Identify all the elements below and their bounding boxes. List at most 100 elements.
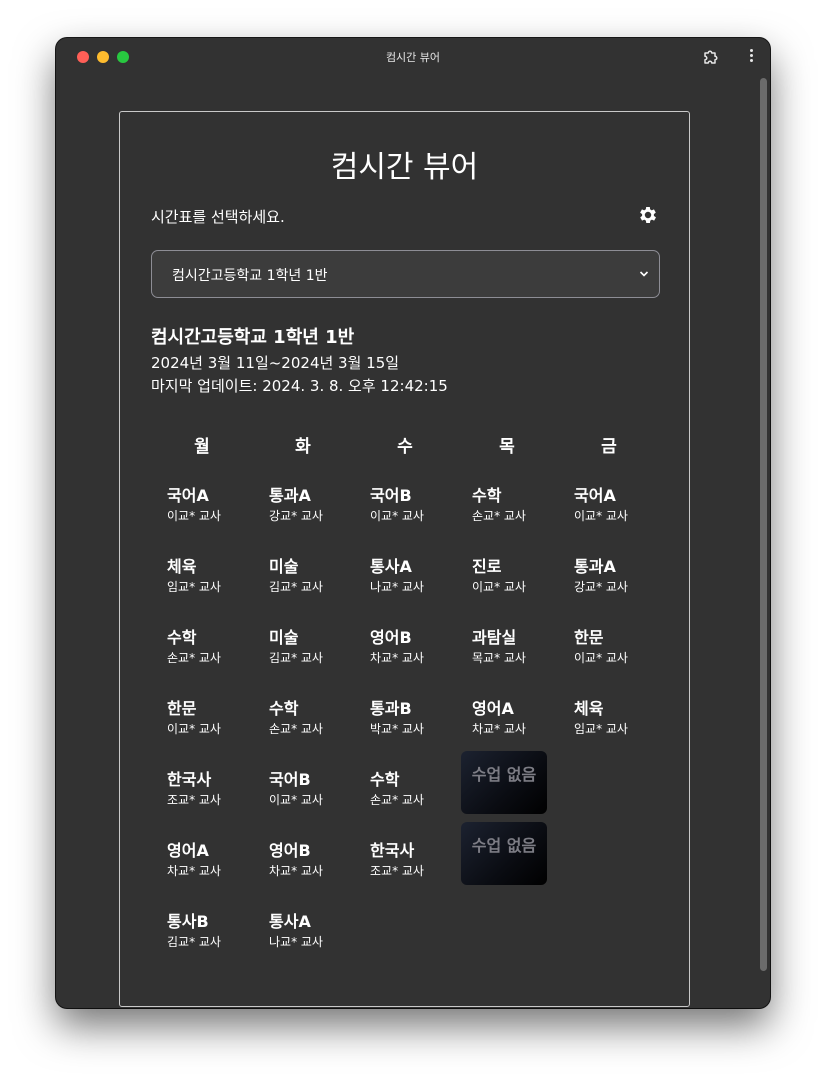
- subject-name: 국어A: [574, 486, 616, 505]
- puzzle-icon[interactable]: [702, 48, 720, 66]
- class-period-cell: 통과B 박교* 교사: [367, 695, 457, 757]
- no-class-label: 수업 없음: [471, 765, 537, 784]
- teacher-name: 강교* 교사: [269, 509, 323, 523]
- class-period-cell: 수학손교* 교사: [367, 766, 457, 828]
- class-period-cell: 수학손교* 교사: [164, 624, 254, 686]
- teacher-name: 조교* 교사: [167, 793, 221, 807]
- class-name: 컴시간고등학교 1학년 1반: [151, 327, 355, 348]
- subject-name: 수학: [167, 628, 197, 647]
- teacher-name: 차교* 교사: [269, 864, 323, 878]
- class-period-cell: 영어B 차교* 교사: [266, 837, 356, 899]
- kebab-icon[interactable]: [746, 49, 756, 65]
- subject-name: 과탐실: [472, 628, 517, 647]
- teacher-name: 임교* 교사: [574, 722, 628, 736]
- select-prompt: 시간표를 선택하세요.: [151, 208, 285, 226]
- subject-name: 진로: [472, 557, 502, 576]
- subject-name: 한문: [167, 699, 197, 718]
- class-period-cell: 한국사조교* 교사: [164, 766, 254, 828]
- browser-window: 컴시간 뷰어 컴시간 뷰어 시간표를 선택하세요. 컴시간고등학교 1학년 1반…: [56, 38, 770, 1008]
- gear-icon[interactable]: [637, 204, 659, 226]
- teacher-name: 손교* 교사: [370, 793, 424, 807]
- class-period-cell: 영어A 차교* 교사: [469, 695, 559, 757]
- subject-name: 미술: [269, 628, 299, 647]
- teacher-name: 손교* 교사: [472, 509, 526, 523]
- class-period-cell: 통과A 강교* 교사: [571, 553, 661, 615]
- class-period-cell: 체육임교* 교사: [164, 553, 254, 615]
- teacher-name: 차교* 교사: [167, 864, 221, 878]
- subject-name: 체육: [167, 557, 197, 576]
- day-header: 화: [295, 437, 311, 457]
- subject-name: 수학: [269, 699, 299, 718]
- teacher-name: 이교* 교사: [574, 509, 628, 523]
- teacher-name: 이교* 교사: [472, 580, 526, 594]
- day-header: 수: [397, 437, 413, 457]
- no-class-label: 수업 없음: [471, 836, 537, 855]
- class-period-cell: 한문이교* 교사: [571, 624, 661, 686]
- subject-name: 국어B: [370, 486, 412, 505]
- subject-name: 한문: [574, 628, 604, 647]
- teacher-name: 이교* 교사: [167, 509, 221, 523]
- teacher-name: 이교* 교사: [269, 793, 323, 807]
- teacher-name: 이교* 교사: [574, 651, 628, 665]
- class-period-cell: 진로이교* 교사: [469, 553, 559, 615]
- scrollbar[interactable]: [758, 78, 768, 1004]
- class-period-cell: 영어A 차교* 교사: [164, 837, 254, 899]
- subject-name: 영어A: [472, 699, 514, 718]
- teacher-name: 손교* 교사: [269, 722, 323, 736]
- chevron-down-icon: [639, 271, 649, 277]
- subject-name: 통사A: [370, 557, 412, 576]
- subject-name: 한국사: [167, 770, 212, 789]
- class-period-cell: 미술 김교* 교사: [266, 553, 356, 615]
- class-period-cell: 미술김교* 교사: [266, 624, 356, 686]
- subject-name: 영어A: [167, 841, 209, 860]
- class-period-cell: 국어A 이교* 교사: [164, 482, 254, 544]
- teacher-name: 김교* 교사: [269, 580, 323, 594]
- day-header: 금: [601, 437, 617, 457]
- class-period-cell: 수학손교* 교사: [469, 482, 559, 544]
- subject-name: 통과A: [269, 486, 311, 505]
- page-title: 컴시간 뷰어: [330, 150, 479, 185]
- subject-name: 한국사: [370, 841, 415, 860]
- class-select[interactable]: 컴시간고등학교 1학년 1반: [151, 250, 660, 298]
- teacher-name: 이교* 교사: [167, 722, 221, 736]
- subject-name: 통사B: [167, 912, 209, 931]
- class-period-cell: 국어B 이교* 교사: [266, 766, 356, 828]
- class-period-cell: 한국사조교* 교사: [367, 837, 457, 899]
- viewer-panel: 컴시간 뷰어 시간표를 선택하세요. 컴시간고등학교 1학년 1반 컴시간고등학…: [119, 111, 690, 1007]
- class-period-cell: 통과A 강교* 교사: [266, 482, 356, 544]
- teacher-name: 나교* 교사: [269, 935, 323, 949]
- teacher-name: 조교* 교사: [370, 864, 424, 878]
- window-title: 컴시간 뷰어: [385, 51, 441, 64]
- subject-name: 국어B: [269, 770, 311, 789]
- teacher-name: 김교* 교사: [167, 935, 221, 949]
- subject-name: 수학: [472, 486, 502, 505]
- teacher-name: 박교* 교사: [370, 722, 424, 736]
- no-class-cell: 수업 없음: [461, 822, 547, 885]
- teacher-name: 이교* 교사: [370, 509, 424, 523]
- class-period-cell: 통사B 김교* 교사: [164, 908, 254, 970]
- subject-name: 통과B: [370, 699, 412, 718]
- class-period-cell: 수학손교* 교사: [266, 695, 356, 757]
- teacher-name: 나교* 교사: [370, 580, 424, 594]
- subject-name: 체육: [574, 699, 604, 718]
- last-updated: 마지막 업데이트: 2024. 3. 8. 오후 12:42:15: [151, 377, 448, 395]
- teacher-name: 차교* 교사: [370, 651, 424, 665]
- class-period-cell: 한문이교* 교사: [164, 695, 254, 757]
- teacher-name: 손교* 교사: [167, 651, 221, 665]
- subject-name: 영어B: [370, 628, 412, 647]
- class-period-cell: 통사A 나교* 교사: [367, 553, 457, 615]
- subject-name: 국어A: [167, 486, 209, 505]
- teacher-name: 차교* 교사: [472, 722, 526, 736]
- subject-name: 수학: [370, 770, 400, 789]
- scrollbar-thumb[interactable]: [760, 78, 767, 971]
- title-bar: 컴시간 뷰어: [56, 38, 770, 76]
- class-select-value: 컴시간고등학교 1학년 1반: [172, 268, 328, 284]
- subject-name: 영어B: [269, 841, 311, 860]
- week-range: 2024년 3월 11일~2024년 3월 15일: [151, 354, 400, 372]
- teacher-name: 목교* 교사: [472, 651, 526, 665]
- class-period-cell: 영어B 차교* 교사: [367, 624, 457, 686]
- subject-name: 통사A: [269, 912, 311, 931]
- subject-name: 통과A: [574, 557, 616, 576]
- teacher-name: 김교* 교사: [269, 651, 323, 665]
- teacher-name: 임교* 교사: [167, 580, 221, 594]
